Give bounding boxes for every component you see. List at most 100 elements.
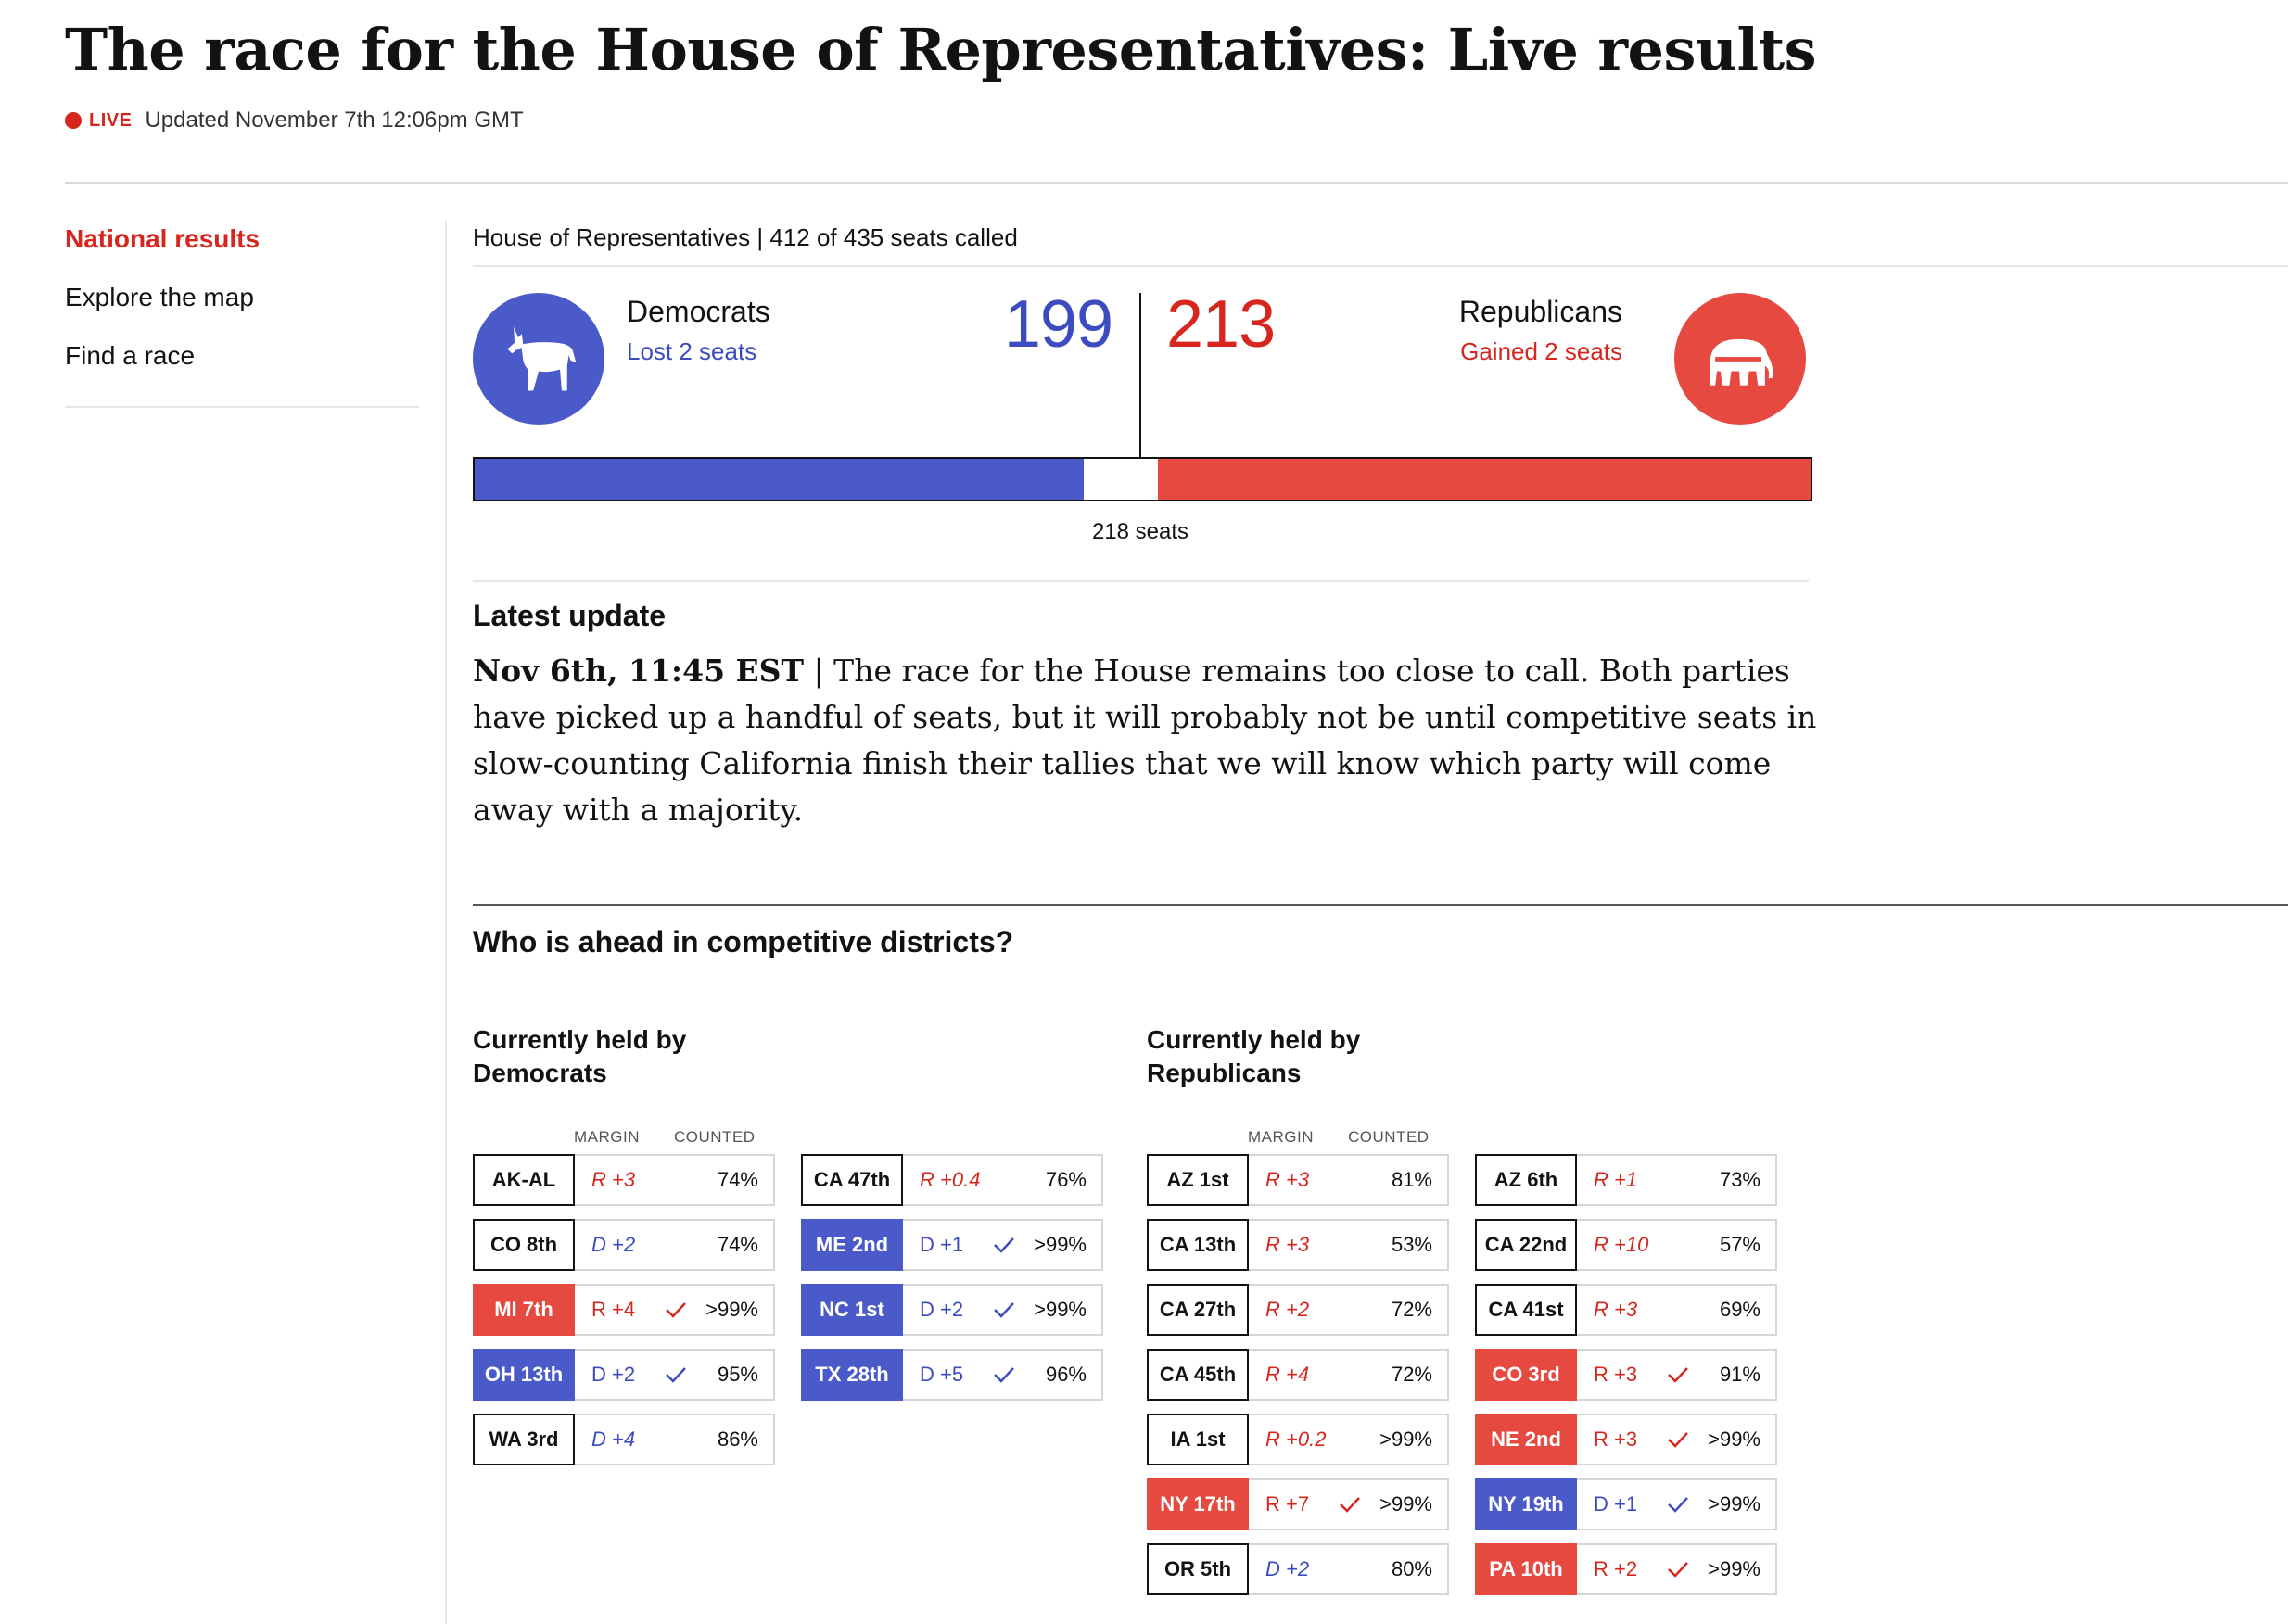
republicans-change: Gained 2 seats [1460, 337, 1622, 365]
counted-value: 76% [1045, 1168, 1087, 1191]
race-row[interactable]: AK-AL R +3 74% [473, 1154, 775, 1206]
race-details: R +0.4 76% [903, 1154, 1103, 1206]
race-row[interactable]: WA 3rd D +4 86% [473, 1414, 775, 1465]
district-label: AZ 1st [1147, 1154, 1249, 1206]
race-details: R +4 72% [1249, 1349, 1449, 1401]
seat-progress-bar [473, 457, 1812, 501]
race-details: D +5 96% [903, 1349, 1103, 1401]
checkmark-icon [1668, 1562, 1688, 1578]
nav-divider [65, 406, 419, 408]
race-details: R +4 >99% [575, 1284, 775, 1336]
race-row[interactable]: NY 19th D +1 >99% [1475, 1478, 1777, 1530]
page-title: The race for the House of Representative… [65, 16, 1817, 83]
nav-explore-map[interactable]: Explore the map [65, 281, 419, 314]
district-label: NY 17th [1147, 1478, 1249, 1530]
race-row[interactable]: ME 2nd D +1 >99% [801, 1219, 1103, 1271]
race-row[interactable]: CA 47th R +0.4 76% [801, 1154, 1103, 1206]
counted-value: 80% [1391, 1557, 1432, 1580]
margin-value: R +2 [1594, 1557, 1638, 1580]
nav-find-race[interactable]: Find a race [65, 339, 419, 373]
margin-value: R +3 [1594, 1363, 1638, 1386]
live-status: LIVE Updated November 7th 12:06pm GMT [65, 102, 524, 139]
district-label: CO 8th [473, 1219, 575, 1271]
race-row[interactable]: CA 41st R +3 69% [1475, 1284, 1777, 1336]
race-row[interactable]: OH 13th D +2 95% [473, 1349, 775, 1401]
race-row[interactable]: PA 10th R +2 >99% [1475, 1543, 1777, 1595]
district-label: ME 2nd [801, 1219, 903, 1271]
race-row[interactable]: OR 5th D +2 80% [1147, 1543, 1449, 1595]
race-row[interactable]: AZ 1st R +3 81% [1147, 1154, 1449, 1206]
updated-timestamp: Updated November 7th 12:06pm GMT [145, 108, 524, 133]
margin-value: R +4 [591, 1298, 636, 1321]
republicans-seat-count: 213 [1166, 287, 1276, 362]
margin-value: D +2 [591, 1363, 636, 1386]
race-details: R +2 >99% [1577, 1543, 1777, 1595]
elephant-icon [1674, 293, 1806, 425]
democrats-seat-bar [475, 459, 1084, 500]
race-row[interactable]: NY 17th R +7 >99% [1147, 1478, 1449, 1530]
race-details: R +3 74% [575, 1154, 775, 1206]
live-dot-icon [65, 112, 82, 129]
race-row[interactable]: CA 45th R +4 72% [1147, 1349, 1449, 1401]
counted-value: 95% [717, 1363, 758, 1386]
checkmark-icon [994, 1367, 1014, 1383]
counted-value: 96% [1045, 1363, 1087, 1386]
counted-value: 74% [717, 1168, 758, 1191]
seats-called-summary: House of Representatives | 412 of 435 se… [473, 223, 1018, 251]
nav-national-results[interactable]: National results [65, 222, 419, 256]
race-details: D +4 86% [575, 1414, 775, 1465]
race-details: R +10 57% [1577, 1219, 1777, 1271]
summary-divider [473, 265, 2288, 267]
republicans-seat-bar [1158, 459, 1811, 500]
margin-value: D +2 [591, 1233, 636, 1256]
district-label: MI 7th [473, 1284, 575, 1336]
race-row[interactable]: CO 8th D +2 74% [473, 1219, 775, 1271]
counted-value: 91% [1719, 1363, 1760, 1386]
counted-value: >99% [1034, 1233, 1087, 1256]
margin-value: D +4 [591, 1427, 636, 1451]
margin-value: R +4 [1265, 1363, 1310, 1386]
counted-column-header: COUNTED [1348, 1128, 1430, 1146]
race-details: R +3 81% [1249, 1154, 1449, 1206]
district-label: PA 10th [1475, 1543, 1577, 1595]
race-row[interactable]: NC 1st D +2 >99% [801, 1284, 1103, 1336]
democrats-change: Lost 2 seats [627, 337, 757, 365]
margin-column-header: MARGIN [1248, 1128, 1314, 1146]
counted-value: 57% [1719, 1233, 1760, 1256]
district-label: CA 41st [1475, 1284, 1577, 1336]
race-details: R +2 72% [1249, 1284, 1449, 1336]
district-label: OR 5th [1147, 1543, 1249, 1595]
district-label: NE 2nd [1475, 1414, 1577, 1465]
race-row[interactable]: CO 3rd R +3 91% [1475, 1349, 1777, 1401]
counted-value: >99% [1708, 1492, 1760, 1516]
race-row[interactable]: MI 7th R +4 >99% [473, 1284, 775, 1336]
live-label: LIVE [89, 109, 133, 131]
democrats-label: Democrats [627, 295, 770, 328]
counted-value: >99% [1379, 1427, 1432, 1451]
margin-value: R +3 [1265, 1168, 1310, 1191]
district-label: AK-AL [473, 1154, 575, 1206]
race-row[interactable]: TX 28th D +5 96% [801, 1349, 1103, 1401]
race-row[interactable]: IA 1st R +0.2 >99% [1147, 1414, 1449, 1465]
margin-column-header: MARGIN [574, 1128, 640, 1146]
race-row[interactable]: CA 13th R +3 53% [1147, 1219, 1449, 1271]
latest-update-heading: Latest update [473, 599, 667, 632]
counted-value: >99% [1379, 1492, 1432, 1516]
margin-value: R +3 [1594, 1427, 1638, 1451]
margin-value: R +10 [1594, 1233, 1649, 1256]
race-row[interactable]: CA 22nd R +10 57% [1475, 1219, 1777, 1271]
race-details: R +3 >99% [1577, 1414, 1777, 1465]
race-details: D +1 >99% [1577, 1478, 1777, 1530]
race-row[interactable]: CA 27th R +2 72% [1147, 1284, 1449, 1336]
margin-value: D +2 [1265, 1557, 1310, 1580]
bar-divider [473, 580, 1809, 582]
checkmark-icon [1668, 1497, 1688, 1513]
race-row[interactable]: NE 2nd R +3 >99% [1475, 1414, 1777, 1465]
race-row[interactable]: AZ 6th R +1 73% [1475, 1154, 1777, 1206]
race-details: R +0.2 >99% [1249, 1414, 1449, 1465]
district-label: CA 47th [801, 1154, 903, 1206]
race-details: R +1 73% [1577, 1154, 1777, 1206]
race-details: D +2 74% [575, 1219, 775, 1271]
checkmark-icon [666, 1302, 686, 1318]
counted-value: >99% [1034, 1298, 1087, 1321]
